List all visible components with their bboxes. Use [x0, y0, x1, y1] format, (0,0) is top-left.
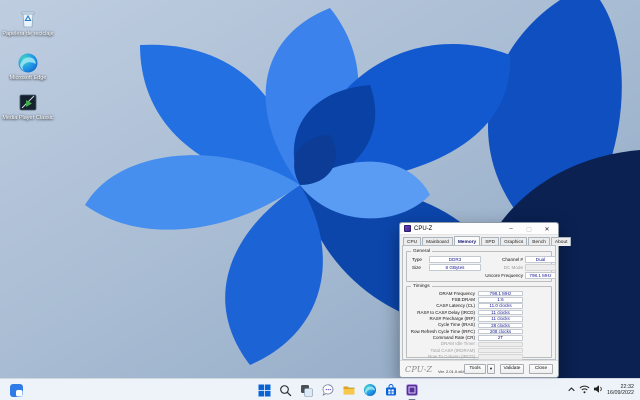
start-button[interactable]: [256, 382, 273, 399]
timing-value: [478, 347, 523, 354]
timings-legend: Timings: [411, 284, 432, 289]
clock-date: 16/09/2022: [607, 390, 634, 396]
widgets-icon: [10, 383, 23, 397]
search-button[interactable]: [277, 382, 294, 399]
type-label: Type: [412, 257, 422, 262]
edge-icon: [363, 383, 376, 397]
recycle-bin-icon: [21, 11, 35, 28]
desktop-icon-label: Microsoft Edge: [9, 75, 47, 81]
channel-label: Channel #: [502, 257, 523, 262]
size-label: Size: [412, 265, 421, 270]
tray-volume-button[interactable]: [593, 381, 604, 399]
tools-button[interactable]: Tools: [464, 364, 486, 374]
tab-memory[interactable]: Memory: [453, 236, 481, 245]
taskbar: 22:32 16/09/2022: [0, 378, 640, 400]
taskbar-clock[interactable]: 22:32 16/09/2022: [607, 384, 636, 397]
desktop-icon-recycle-bin[interactable]: Papelera de reciclaje: [2, 6, 54, 38]
dc-mode-label: DC Mode: [503, 265, 523, 270]
widgets-button[interactable]: [8, 382, 25, 399]
general-legend: General: [411, 249, 433, 254]
desktop-icon-label: Media Player Classic: [2, 115, 54, 121]
microsoft-store-icon: [385, 384, 396, 396]
tray-chevron-button[interactable]: [567, 381, 576, 399]
file-explorer-icon: [343, 386, 354, 395]
dc-mode-value: [525, 264, 556, 271]
validate-button[interactable]: Validate: [500, 364, 524, 374]
cpuz-window: CPU-Z – ▢ ✕ CPU Mainboard Memory SPD Gra…: [399, 222, 572, 378]
close-window-button[interactable]: ✕: [538, 223, 556, 235]
edge-button[interactable]: [361, 382, 378, 399]
chat-icon: [322, 384, 333, 396]
task-view-icon: [301, 384, 313, 397]
window-title: CPU-Z: [414, 225, 433, 232]
general-groupbox: General Type DDR3 Channel # Dual Size 8 …: [406, 249, 556, 282]
timing-value: [478, 341, 523, 348]
type-value: DDR3: [429, 256, 481, 263]
desktop-icon-media-player[interactable]: Media Player Classic: [2, 92, 54, 122]
desktop-icon-label: Papelera de reciclaje: [2, 31, 54, 37]
timing-value: 798.1 MHz: [478, 290, 523, 297]
maximize-button: ▢: [526, 226, 532, 233]
uncore-frequency-value: 798.1 MHz: [525, 272, 556, 279]
window-titlebar[interactable]: CPU-Z – ▢ ✕: [400, 223, 558, 235]
file-explorer-button[interactable]: [340, 382, 357, 399]
cpuz-logo: CPU-Z: [405, 365, 433, 374]
task-view-button[interactable]: [298, 382, 315, 399]
cpuz-app-icon: [404, 225, 411, 232]
size-value: 8 GBytes: [429, 264, 481, 271]
cpuz-taskbar-button[interactable]: [403, 382, 420, 400]
timing-value: 11 clocks: [478, 309, 523, 316]
channel-value: Dual: [525, 256, 556, 263]
speaker-icon: [594, 385, 602, 393]
timing-value: 2T: [478, 335, 523, 341]
search-icon: [280, 384, 292, 396]
desktop-icon-edge[interactable]: Microsoft Edge: [2, 52, 54, 82]
wifi-icon: [579, 385, 590, 394]
chat-button[interactable]: [319, 382, 336, 399]
timing-value: 11 clocks: [478, 316, 523, 322]
chevron-up-icon: [568, 387, 575, 392]
timings-groupbox: Timings DRAM Frequency 798.1 MHz FSB:DRAM…: [406, 284, 552, 360]
timing-value: 11.0 clocks: [478, 303, 523, 310]
timing-value: [478, 354, 523, 360]
close-button[interactable]: Close: [529, 364, 553, 374]
version-text: Ver. 2.01.0.x64: [438, 369, 465, 374]
uncore-frequency-label: Uncore Frequency: [485, 273, 523, 278]
edge-icon: [18, 53, 38, 73]
memory-tab-page: General Type DDR3 Channel # Dual Size 8 …: [402, 245, 556, 360]
timing-value: 208 clocks: [478, 328, 523, 335]
store-button[interactable]: [382, 382, 399, 399]
media-player-icon: [19, 94, 37, 111]
timing-value: 28 clocks: [478, 322, 523, 329]
minimize-button[interactable]: –: [502, 223, 520, 235]
windows-start-icon: [258, 384, 271, 396]
window-footer: CPU-Z Ver. 2.01.0.x64 Tools ▼ Validate C…: [400, 360, 558, 377]
timing-value: 1:6: [478, 297, 523, 303]
cpuz-taskbar-icon: [405, 384, 418, 396]
tools-dropdown-button[interactable]: ▼: [487, 364, 495, 374]
tray-network-button[interactable]: [579, 381, 590, 399]
